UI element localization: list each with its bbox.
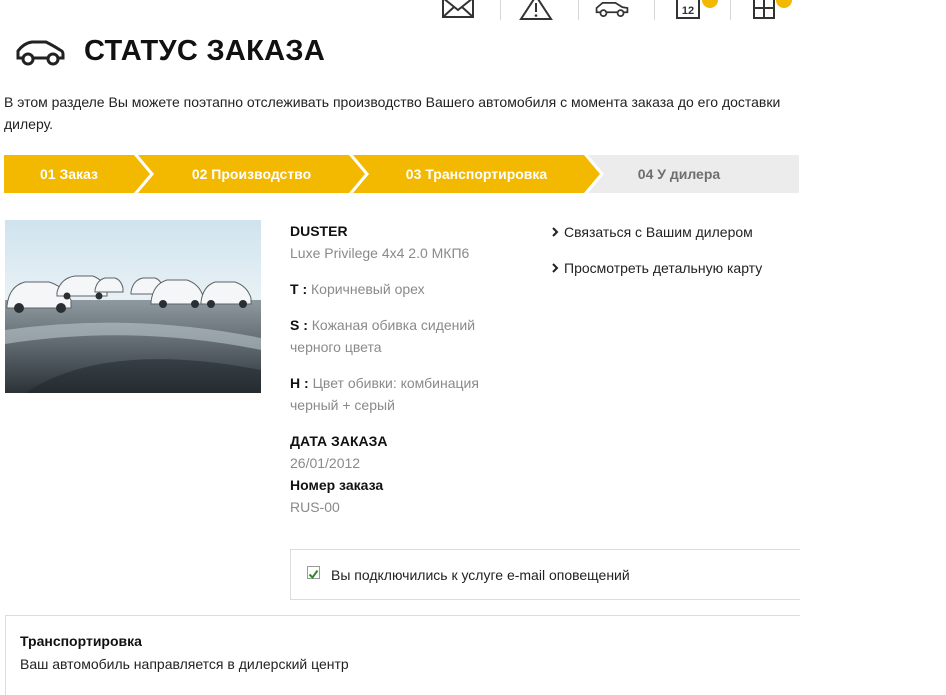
chevron-right-icon <box>552 263 559 273</box>
transport-description: Ваш автомобиль направляется в дилерский … <box>20 656 349 672</box>
toolbar-divider <box>578 0 579 20</box>
mail-icon[interactable] <box>440 0 476 22</box>
option-value: Кожаная обивка сидений черного цвета <box>290 317 476 355</box>
top-toolbar: 12 <box>430 0 810 24</box>
step-production: 02 Производство <box>191 166 312 182</box>
calendar-icon[interactable]: 12 <box>670 0 706 22</box>
car-model: DUSTER <box>290 223 348 239</box>
option-seats: S : Кожаная обивка сидений черного цвета <box>290 314 525 358</box>
transport-title: Транспортировка <box>20 633 142 649</box>
email-notification-checkbox[interactable] <box>307 566 320 580</box>
email-notification-text: Вы подключились к услуге e-mail оповещен… <box>331 567 630 583</box>
viewport-blank-area <box>800 0 946 687</box>
option-trim: T : Коричневый орех <box>290 278 525 300</box>
transport-status-panel: Транспортировка Ваш автомобиль направляе… <box>5 615 815 695</box>
contact-dealer-link[interactable]: Связаться с Вашим дилером <box>550 220 762 244</box>
step-dealer: 04 У дилера <box>637 166 721 182</box>
checkmark-icon <box>308 569 319 580</box>
step-order: 01 Заказ <box>40 166 98 182</box>
option-value: Цвет обивки: комбинация черный + серый <box>290 375 479 413</box>
email-notification-box: Вы подключились к услуге e-mail оповещен… <box>290 549 810 600</box>
calendar-number: 12 <box>682 5 694 17</box>
order-details: DUSTER Luxe Privilege 4x4 2.0 МКП6 T : К… <box>290 220 525 518</box>
warning-icon[interactable] <box>518 0 554 22</box>
option-key: T : <box>290 281 308 297</box>
option-key: H : <box>290 375 309 391</box>
intro-text: В этом разделе Вы можете поэтапно отслеж… <box>4 94 781 132</box>
order-date-value: 26/01/2012 <box>290 455 361 471</box>
page-title: СТАТУС ЗАКАЗА <box>84 34 326 67</box>
car-version: Luxe Privilege 4x4 2.0 МКП6 <box>290 245 470 261</box>
option-key: S : <box>290 317 308 333</box>
car-icon[interactable] <box>594 0 630 22</box>
toolbar-divider <box>730 0 731 20</box>
link-label: Просмотреть детальную карту <box>564 260 763 276</box>
step-transport: 03 Транспортировка <box>405 166 548 182</box>
dealer-links: Связаться с Вашим дилером Просмотреть де… <box>550 220 762 292</box>
chevron-right-icon <box>552 227 559 237</box>
order-progress-steps: 01 Заказ 02 Производство 03 Транспортиро… <box>4 155 799 193</box>
car-icon <box>16 40 65 66</box>
order-number-value: RUS-00 <box>290 499 340 515</box>
link-label: Связаться с Вашим дилером <box>564 224 753 240</box>
toolbar-divider <box>654 0 655 20</box>
car-photo <box>5 220 261 393</box>
option-value: Коричневый орех <box>311 281 425 297</box>
option-upholstery: H : Цвет обивки: комбинация черный + сер… <box>290 372 525 416</box>
order-number-label: Номер заказа <box>290 477 384 493</box>
toolbar-divider <box>500 0 501 20</box>
page-header: СТАТУС ЗАКАЗА <box>14 34 325 68</box>
view-map-link[interactable]: Просмотреть детальную карту <box>550 256 762 280</box>
order-date-label: ДАТА ЗАКАЗА <box>290 433 388 449</box>
